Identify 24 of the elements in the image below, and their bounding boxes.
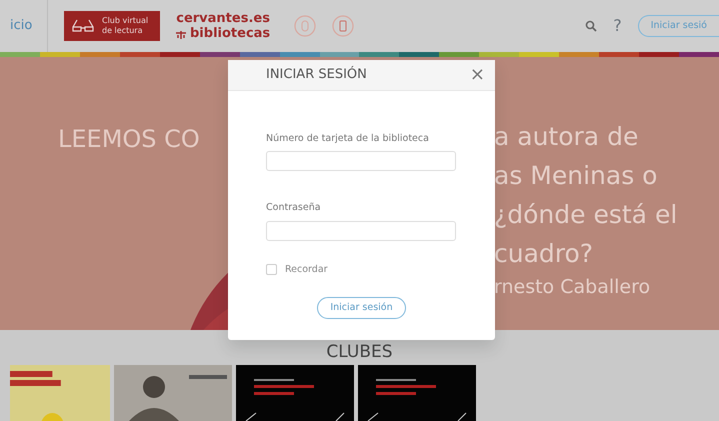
login-button[interactable]: Iniciar sesió <box>638 14 719 38</box>
phone-icon[interactable] <box>332 15 354 37</box>
quote-line: cuadro? <box>494 238 594 270</box>
hero-title: LEEMOS CO <box>58 124 200 155</box>
quote-line: as Meninas o <box>494 160 658 192</box>
submit-button[interactable]: Iniciar sesión <box>317 296 406 319</box>
help-link[interactable]: ? <box>613 14 622 38</box>
brand-logo[interactable]: cervantes.es bibliotecas <box>176 11 270 41</box>
input-field[interactable] <box>266 220 456 240</box>
mouse-icon[interactable] <box>294 15 316 37</box>
field-label: Contraseña <box>266 201 321 216</box>
field-label: Número de tarjeta de la biblioteca <box>266 132 429 146</box>
close-button[interactable]: × <box>470 66 485 84</box>
input-field[interactable] <box>266 151 456 172</box>
checkbox[interactable] <box>266 264 277 276</box>
club-logo[interactable]: Club virtual de lectura <box>64 11 160 41</box>
checkbox-label: Recordar <box>285 262 328 276</box>
dialog-title: INICIAR SESIÓN <box>266 65 367 84</box>
glasses-icon <box>72 19 94 33</box>
quote-line: ¿dónde está el <box>494 199 678 231</box>
search-icon[interactable] <box>585 20 598 32</box>
author-name: rnesto Caballero <box>494 275 652 300</box>
quote-line: a autora de <box>494 121 640 153</box>
section-heading: CLUBES <box>325 341 394 364</box>
